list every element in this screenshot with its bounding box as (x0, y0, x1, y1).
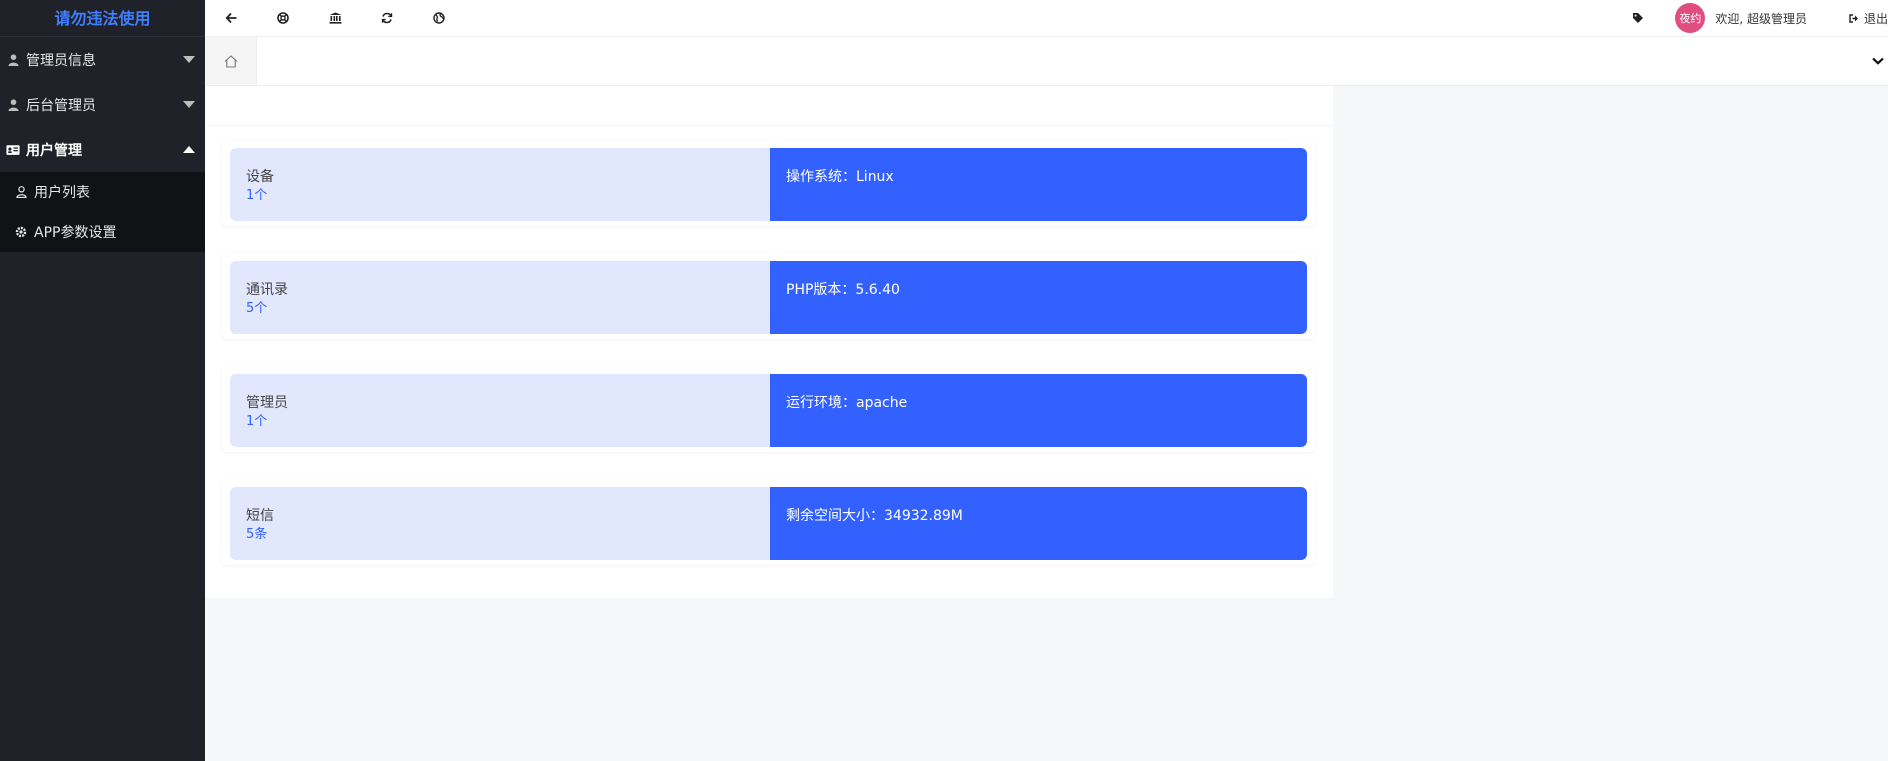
sign-out-icon (1847, 11, 1861, 25)
stat-card-left: 通讯录 5个 (230, 261, 770, 334)
stat-card-body: 设备 1个 操作系统：Linux (230, 148, 1307, 221)
stat-card-left: 设备 1个 (230, 148, 770, 221)
globe-icon (432, 11, 446, 25)
stat-card-info: 操作系统：Linux (770, 148, 1307, 221)
stat-card-info: PHP版本：5.6.40 (770, 261, 1307, 334)
sidebar-item-backend-admin[interactable]: 后台管理员 (0, 82, 205, 127)
sidebar-subitem-app-settings[interactable]: APP参数设置 (0, 212, 205, 252)
stat-count: 5条 (246, 527, 268, 542)
welcome-text: 欢迎, 超级管理员 (1715, 11, 1807, 26)
help-button[interactable] (257, 0, 309, 37)
tab-home[interactable] (205, 37, 257, 85)
stat-card-info: 运行环境：apache (770, 374, 1307, 447)
panel-header (205, 86, 1333, 126)
chevron-up-icon (183, 145, 195, 153)
top-toolbar: 夜约 欢迎, 超级管理员 退出 (205, 0, 1888, 37)
submenu-user-management: 用户列表 APP参数设置 (0, 172, 205, 252)
tab-dropdown-button[interactable] (1868, 37, 1888, 85)
stat-card-body: 管理员 1个 运行环境：apache (230, 374, 1307, 447)
stat-card-devices: 设备 1个 操作系统：Linux (222, 140, 1315, 226)
stat-title: 管理员 (246, 395, 288, 411)
sidebar-item-user-management[interactable]: 用户管理 (0, 127, 205, 172)
stat-card-info: 剩余空间大小：34932.89M (770, 487, 1307, 560)
logout-label: 退出 (1863, 11, 1888, 26)
stat-card-sms: 短信 5条 剩余空间大小：34932.89M (222, 479, 1315, 565)
dashboard-panel: 设备 1个 操作系统：Linux 通讯录 5个 PHP版本：5.6.40 管理员… (205, 86, 1333, 598)
sidebar-item-label: 管理员信息 (26, 52, 96, 69)
tag-button[interactable] (1623, 0, 1653, 37)
stat-count: 1个 (246, 188, 268, 203)
chevron-down-icon (183, 55, 195, 63)
user-icon (6, 53, 20, 67)
sidebar-subitem-user-list[interactable]: 用户列表 (0, 172, 205, 212)
stat-title: 设备 (246, 169, 274, 185)
chevron-down-icon (183, 100, 195, 108)
stat-title: 短信 (246, 508, 274, 524)
id-card-icon (6, 143, 20, 157)
chevron-down-icon (1871, 54, 1885, 68)
globe-button[interactable] (413, 0, 465, 37)
tag-icon (1631, 11, 1645, 25)
user-outline-icon (14, 185, 28, 199)
stat-card-body: 通讯录 5个 PHP版本：5.6.40 (230, 261, 1307, 334)
sidebar-item-label: 用户管理 (26, 142, 82, 159)
user-icon (6, 98, 20, 112)
refresh-button[interactable] (361, 0, 413, 37)
stat-card-admins: 管理员 1个 运行环境：apache (222, 366, 1315, 452)
stat-title: 通讯录 (246, 282, 288, 298)
home-icon (224, 54, 238, 68)
sidebar-subitem-label: 用户列表 (34, 185, 90, 201)
stat-count: 5个 (246, 301, 268, 316)
sidebar-item-admin-info[interactable]: 管理员信息 (0, 37, 205, 82)
sidebar: 请勿违法使用 管理员信息 后台管理员 用户管理 用户列表 APP参数设置 (0, 0, 205, 761)
lifebuoy-icon (276, 11, 290, 25)
stat-card-left: 短信 5条 (230, 487, 770, 560)
arrow-left-icon (224, 11, 238, 25)
sidebar-logo[interactable]: 请勿违法使用 (0, 0, 205, 37)
stat-card-body: 短信 5条 剩余空间大小：34932.89M (230, 487, 1307, 560)
stat-count: 1个 (246, 414, 268, 429)
sidebar-item-label: 后台管理员 (26, 97, 96, 114)
logout-button[interactable]: 退出 (1847, 10, 1888, 27)
avatar[interactable]: 夜约 (1675, 3, 1706, 33)
sidebar-subitem-label: APP参数设置 (34, 225, 117, 241)
bank-icon (328, 11, 342, 25)
tab-bar (205, 37, 1888, 86)
gear-icon (14, 225, 28, 239)
back-button[interactable] (205, 0, 257, 37)
stat-card-left: 管理员 1个 (230, 374, 770, 447)
stat-card-contacts: 通讯录 5个 PHP版本：5.6.40 (222, 253, 1315, 339)
bank-button[interactable] (309, 0, 361, 37)
refresh-icon (380, 11, 394, 25)
